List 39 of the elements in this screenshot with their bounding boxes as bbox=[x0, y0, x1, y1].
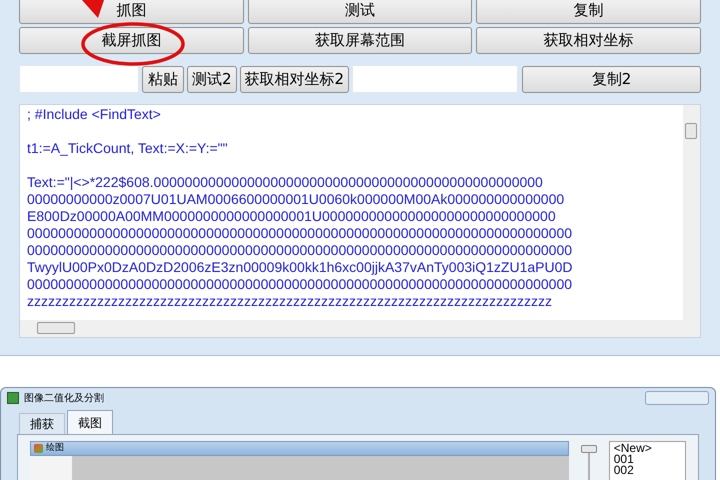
list-box[interactable]: <New> 001 002 bbox=[608, 441, 686, 480]
slider-thumb[interactable] bbox=[581, 445, 598, 453]
button[interactable]: 截屏抓图 bbox=[19, 27, 244, 54]
button[interactable]: 获取相对坐标 bbox=[476, 27, 701, 54]
code-line: 0000000000000000000000000000000000000000000000000000000000000000000000 bbox=[27, 242, 572, 259]
input-field[interactable] bbox=[19, 65, 139, 93]
list-item[interactable]: <New> bbox=[614, 443, 652, 454]
input-field[interactable] bbox=[352, 65, 518, 93]
app-icon bbox=[7, 392, 19, 404]
code-line: 0000000000000000000000000000000000000000000000000000000000000000000000 bbox=[27, 276, 572, 293]
code-line: Text:="|<>*222$608.00000000000000000000000000000000000000000000000000 bbox=[27, 174, 543, 191]
tab[interactable]: 捕获 bbox=[19, 413, 65, 434]
code-line: t1:=A_TickCount, Text:=X:=Y:="" bbox=[27, 140, 228, 157]
pointer-arrow bbox=[82, 0, 104, 18]
window-title: 图像二值化及分割 bbox=[24, 392, 104, 406]
code-line: E800Dz00000A00MM0000000000000000001U000000000000000000000000000000 bbox=[27, 208, 556, 225]
panel-title: 绘图 bbox=[46, 442, 64, 455]
vertical-scrollbar[interactable] bbox=[683, 105, 700, 320]
paint-icon bbox=[34, 444, 43, 453]
list-item[interactable]: 002 bbox=[614, 465, 634, 476]
code-line: 0000000000000000000000000000000000000000000000000000000000000000000000 bbox=[27, 225, 572, 242]
button[interactable]: 抓图 bbox=[19, 0, 244, 24]
tab[interactable]: 截图 bbox=[67, 410, 113, 434]
slider[interactable] bbox=[581, 445, 597, 480]
code-line: ; #Include <FindText> bbox=[27, 106, 161, 123]
list-item[interactable]: 001 bbox=[614, 454, 634, 465]
button[interactable]: 粘贴 bbox=[142, 66, 184, 92]
window-controls[interactable] bbox=[645, 391, 709, 405]
horizontal-scrollbar[interactable] bbox=[20, 320, 700, 337]
button[interactable]: 测试 bbox=[248, 0, 472, 24]
code-line: 00000000000z0007U01UAM0006600000001U0060k000000M00Ak000000000000000 bbox=[27, 191, 564, 208]
button[interactable]: 测试2 bbox=[187, 66, 237, 92]
button[interactable]: 获取屏幕范围 bbox=[248, 27, 472, 54]
code-editor[interactable] bbox=[19, 104, 701, 338]
button[interactable]: 复制 bbox=[476, 0, 701, 24]
button[interactable]: 获取相对坐标2 bbox=[240, 66, 350, 92]
button[interactable]: 复制2 bbox=[522, 66, 701, 92]
code-line: zzzzzzzzzzzzzzzzzzzzzzzzzzzzzzzzzzzzzzzzzzzzzzzzzzzzzzzzzzzzzzzzzzzzzzzzzzz bbox=[27, 293, 552, 310]
code-line: TwyylU00Px0DzA0DzD2006zE3zn00009k00kk1h6xc00jjkA37vAnTy003iQ1zZU1aPU0D bbox=[27, 259, 573, 276]
